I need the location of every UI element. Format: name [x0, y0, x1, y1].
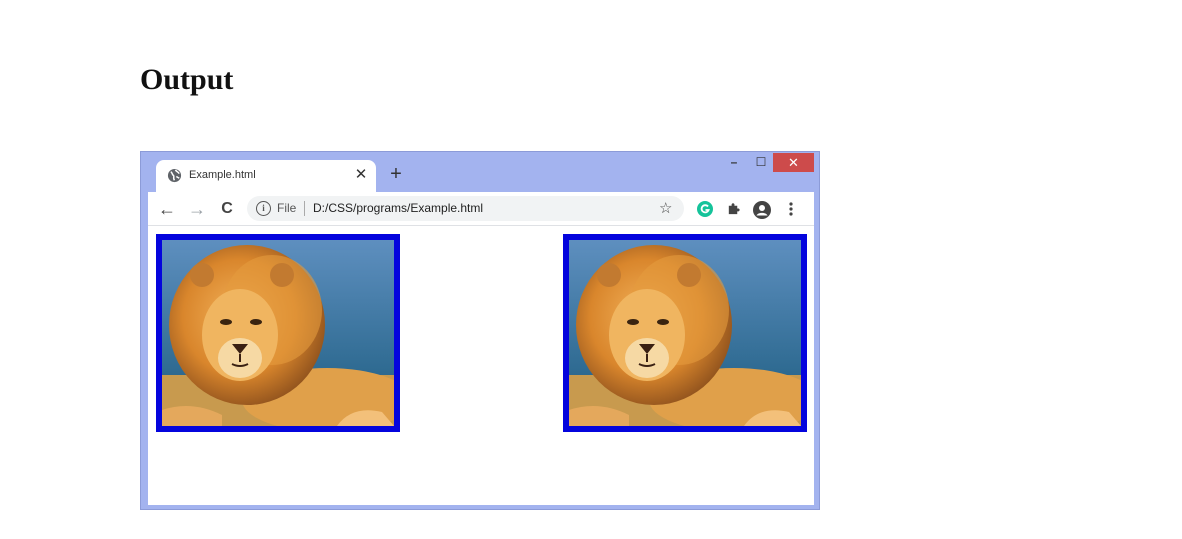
tab-example[interactable]: Example.html ✕ — [156, 160, 376, 192]
window-close-button[interactable]: ✕ — [773, 153, 814, 172]
browser-window: Example.html ✕ + – ☐ ✕ ← → C i File D:/C… — [140, 151, 820, 510]
bookmark-star-icon[interactable]: ☆ — [659, 199, 672, 217]
scheme-label: File — [277, 201, 297, 215]
lion-icon — [162, 240, 394, 426]
address-bar[interactable]: i File D:/CSS/programs/Example.html ☆ — [247, 196, 684, 221]
address-separator — [304, 201, 305, 216]
reload-button[interactable]: C — [216, 198, 238, 220]
lion-image-left — [156, 234, 400, 432]
new-tab-button[interactable]: + — [386, 163, 406, 185]
tab-close-button[interactable]: ✕ — [353, 164, 369, 186]
url-text[interactable]: D:/CSS/programs/Example.html — [313, 201, 483, 215]
page-heading: Output — [140, 63, 234, 96]
grammarly-icon[interactable] — [697, 201, 713, 217]
tab-title: Example.html — [189, 169, 256, 181]
back-button[interactable]: ← — [156, 198, 178, 220]
forward-button[interactable]: → — [186, 198, 208, 220]
profile-icon[interactable] — [753, 201, 771, 219]
puzzle-icon[interactable] — [726, 201, 741, 216]
globe-icon — [167, 168, 182, 183]
info-icon[interactable]: i — [256, 201, 271, 216]
lion-image-right — [563, 234, 807, 432]
menu-icon[interactable] — [788, 201, 794, 217]
maximize-button[interactable]: ☐ — [748, 153, 774, 172]
tab-strip: Example.html ✕ + – ☐ ✕ — [141, 152, 819, 192]
minimize-button[interactable]: – — [721, 153, 747, 172]
page-content — [148, 226, 814, 505]
lion-icon — [569, 240, 801, 426]
browser-toolbar: ← → C i File D:/CSS/programs/Example.htm… — [148, 192, 814, 226]
